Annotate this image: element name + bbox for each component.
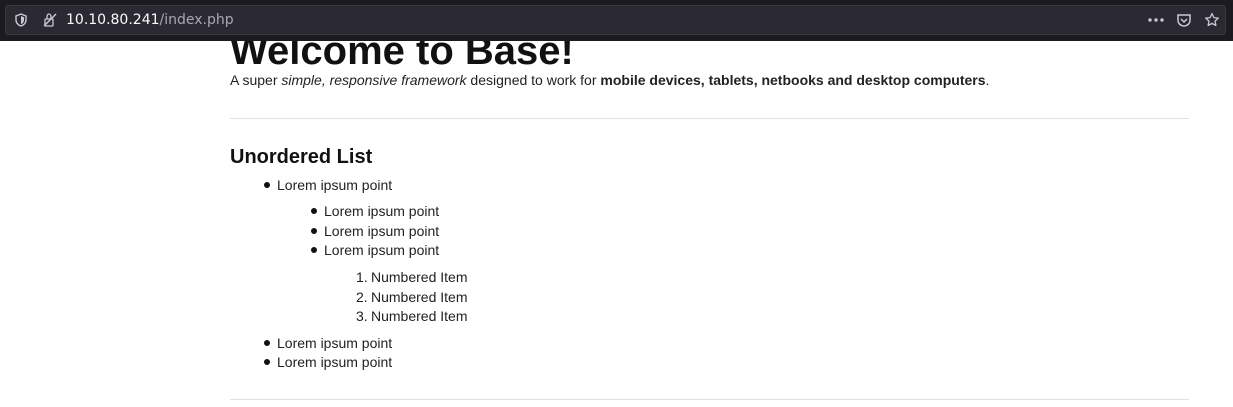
ordered-list-item: 2. Numbered Item bbox=[356, 288, 467, 306]
divider bbox=[230, 399, 1189, 400]
url-path: /index.php bbox=[159, 12, 234, 28]
url-bar[interactable]: 10.10.80.241/index.php bbox=[5, 5, 1226, 35]
pocket-icon[interactable] bbox=[1172, 6, 1196, 34]
subtitle-text-2: designed to work for bbox=[466, 72, 601, 88]
browser-toolbar: 10.10.80.241/index.php bbox=[0, 0, 1233, 41]
bullet-icon bbox=[264, 340, 270, 347]
list-item-label: Lorem ipsum point bbox=[277, 177, 393, 193]
ordered-list-item: 3. Numbered Item bbox=[356, 307, 467, 325]
page-subtitle: A super simple, responsive framework des… bbox=[230, 71, 989, 89]
nested-list-item: Lorem ipsum point bbox=[311, 222, 439, 240]
list-item-label: Lorem ipsum point bbox=[324, 223, 440, 239]
list-number: 1. bbox=[356, 269, 368, 285]
bullet-icon bbox=[311, 208, 317, 215]
bullet-icon bbox=[264, 359, 270, 366]
list-item-label: Numbered Item bbox=[371, 269, 468, 285]
nested-list-item: Lorem ipsum point bbox=[311, 202, 439, 220]
bullet-icon bbox=[311, 247, 317, 254]
subtitle-emphasis: simple, responsive framework bbox=[281, 72, 467, 88]
divider bbox=[230, 118, 1189, 119]
url-text[interactable]: 10.10.80.241/index.php bbox=[66, 11, 234, 29]
subtitle-text-3: . bbox=[985, 72, 990, 88]
list-item: Lorem ipsum point bbox=[264, 176, 392, 194]
bullet-icon bbox=[264, 182, 270, 189]
bullet-icon bbox=[311, 228, 317, 235]
section-heading: Unordered List bbox=[230, 146, 373, 168]
list-item-label: Lorem ipsum point bbox=[324, 242, 440, 258]
list-number: 3. bbox=[356, 308, 368, 324]
list-number: 2. bbox=[356, 289, 368, 305]
subtitle-strong: mobile devices, tablets, netbooks and de… bbox=[600, 72, 986, 88]
list-item: Lorem ipsum point bbox=[264, 334, 392, 352]
shield-icon[interactable] bbox=[9, 6, 33, 34]
subtitle-text-1: A super bbox=[230, 72, 282, 88]
list-item-label: Lorem ipsum point bbox=[277, 335, 393, 351]
bookmark-star-icon[interactable] bbox=[1200, 6, 1224, 34]
list-item-label: Numbered Item bbox=[371, 308, 468, 324]
url-host: 10.10.80.241 bbox=[66, 12, 160, 28]
nested-list-item: Lorem ipsum point bbox=[311, 241, 439, 259]
site-permissions-icon[interactable] bbox=[38, 6, 62, 34]
more-actions-icon[interactable] bbox=[1144, 6, 1168, 34]
list-item-label: Lorem ipsum point bbox=[324, 203, 440, 219]
page-title: Welcome to Base! bbox=[230, 41, 574, 73]
list-item: Lorem ipsum point bbox=[264, 353, 392, 371]
list-item-label: Numbered Item bbox=[371, 289, 468, 305]
ordered-list-item: 1. Numbered Item bbox=[356, 268, 467, 286]
web-page: Welcome to Base! A super simple, respons… bbox=[0, 41, 1233, 407]
list-item-label: Lorem ipsum point bbox=[277, 354, 393, 370]
